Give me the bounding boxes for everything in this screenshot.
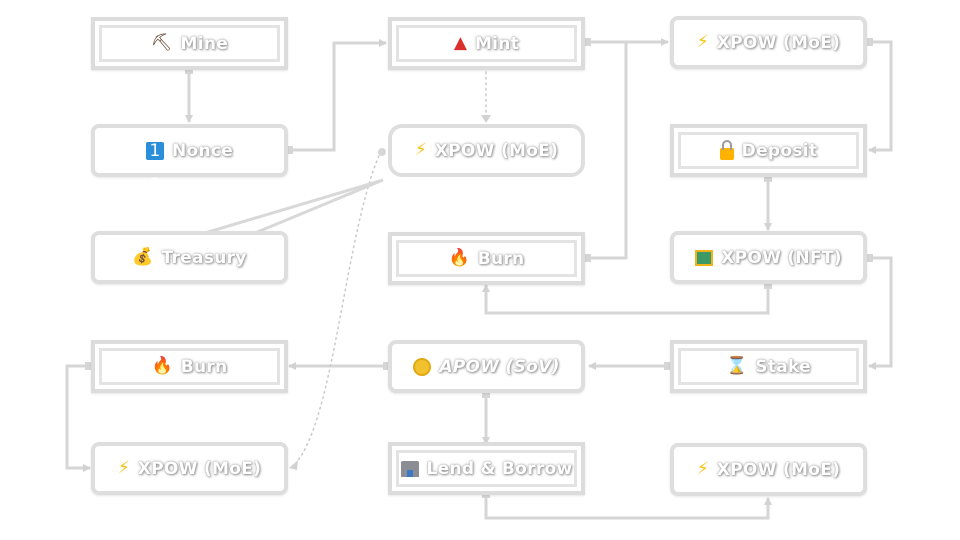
edge-port [866,254,873,262]
node-label: Lend & Borrow [426,458,573,479]
node-label: XPOW (MoE) [716,32,841,53]
edge-xpow-moe-1-deposit [868,40,893,154]
node-xpow-moe-3[interactable]: ⚡ XPOW (MoE) [91,442,288,495]
edge-xpow-moe-2-xpow-moe-3 [294,150,382,465]
node-mint[interactable]: ▲ Mint [388,17,585,70]
node-label: XPOW (MoE) [434,140,559,161]
lock-icon [719,139,734,160]
lightning-icon: ⚡ [414,140,427,160]
node-lend-borrow[interactable]: Lend & Borrow [388,442,585,495]
node-label: Nonce [171,140,234,161]
node-xpow-moe-1[interactable]: ⚡ XPOW (MoE) [670,16,867,69]
node-label: Treasury [161,247,247,268]
picture-icon [695,249,714,266]
edge-port [584,254,591,262]
hourglass-icon: ⌛ [726,356,748,376]
coin-icon [413,357,432,376]
node-label: Burn [477,248,525,269]
pickaxe-icon: ⛏ [150,33,173,53]
edge-burn-2-xpow-moe-3 [65,364,91,472]
edge-xpow-nft-stake [868,256,893,370]
red-triangle-icon: ▲ [453,33,467,53]
bank-icon [400,460,419,477]
edge-port [866,38,873,46]
node-label: XPOW (MoE) [137,458,262,479]
node-label: XPOW (NFT) [721,247,842,268]
node-label: XPOW (MoE) [716,459,841,480]
fire-icon: 🔥 [151,356,173,376]
node-label: Mint [474,33,520,54]
money-bag-icon: 💰 [132,247,154,267]
node-deposit[interactable]: Deposit [670,124,867,177]
arrowhead [289,460,298,470]
numbers-icon: 1 23 4 [145,141,164,210]
node-label: Stake [755,356,811,377]
edge-xpow-nft-burn-1 [482,284,770,315]
fire-icon: 🔥 [448,248,470,268]
node-burn-1[interactable]: 🔥 Burn [388,232,585,285]
edge-port [584,38,591,46]
edge-nonce-mint [292,39,387,152]
treasury-callout-pointer [204,178,384,235]
node-treasury[interactable]: 💰 Treasury [91,231,288,284]
node-xpow-nft[interactable]: XPOW (NFT) [670,231,867,284]
node-apow-sov[interactable]: APOW (SoV) [388,340,585,393]
arrowhead [481,115,491,123]
edge-burn-1-xpow-moe-1 [590,42,628,260]
node-nonce[interactable]: 1 23 4 Nonce [91,124,288,210]
node-xpow-moe-4[interactable]: ⚡ XPOW (MoE) [670,443,867,496]
lightning-icon: ⚡ [696,459,709,479]
node-label: Deposit [741,140,818,161]
edge-lend-xpow-moe-4 [484,494,772,520]
node-label: APOW (SoV) [439,356,560,377]
lightning-icon: ⚡ [117,458,130,478]
node-label: Burn [180,356,228,377]
node-mine[interactable]: ⛏ Mine [91,17,288,70]
node-label: Mine [180,33,229,54]
edge-port [378,148,386,156]
node-xpow-moe-2[interactable]: ⚡ XPOW (MoE) [388,124,585,177]
lightning-icon: ⚡ [696,32,709,52]
node-burn-2[interactable]: 🔥 Burn [91,340,288,393]
node-stake[interactable]: ⌛ Stake [670,340,867,393]
